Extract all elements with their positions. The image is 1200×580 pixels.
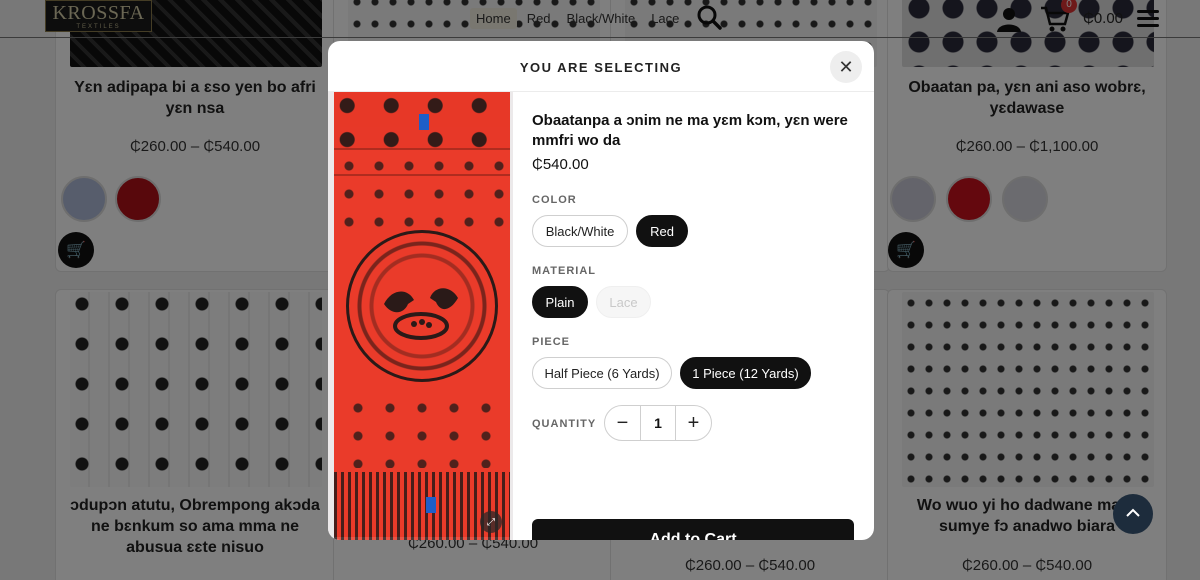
- chevron-up-icon: [1126, 505, 1140, 523]
- quantity-stepper: − 1 +: [604, 405, 712, 441]
- close-button[interactable]: ✕: [830, 51, 862, 83]
- modal-header: YOU ARE SELECTING ✕: [328, 41, 874, 92]
- color-option-red[interactable]: Red: [636, 215, 688, 247]
- fabric-photo: [334, 92, 510, 540]
- modal-title: YOU ARE SELECTING: [519, 60, 683, 75]
- quantity-increase-button[interactable]: +: [676, 406, 711, 440]
- expand-icon[interactable]: ⤢: [480, 511, 502, 533]
- product-price: ₵540.00: [532, 156, 589, 173]
- quantity-value[interactable]: 1: [640, 406, 676, 440]
- piece-option-half[interactable]: Half Piece (6 Yards): [532, 357, 672, 389]
- material-option-plain[interactable]: Plain: [532, 286, 588, 318]
- product-image[interactable]: ⤢: [328, 92, 513, 540]
- material-label: MATERIAL: [532, 265, 597, 277]
- add-to-cart-button[interactable]: Add to Cart: [532, 519, 854, 540]
- product-options-modal: YOU ARE SELECTING ✕ ⤢ Obaatanpa a ɔnim n…: [328, 41, 874, 540]
- piece-option-full[interactable]: 1 Piece (12 Yards): [680, 357, 811, 389]
- color-label: COLOR: [532, 194, 577, 206]
- close-icon: ✕: [838, 56, 854, 77]
- scroll-to-top-button[interactable]: [1113, 494, 1153, 534]
- piece-label: PIECE: [532, 336, 571, 348]
- quantity-label: QUANTITY: [532, 418, 597, 430]
- material-option-lace: Lace: [596, 286, 651, 318]
- quantity-decrease-button[interactable]: −: [605, 406, 640, 440]
- color-option-black-white[interactable]: Black/White: [532, 215, 628, 247]
- product-name: Obaatanpa a ɔnim ne ma yɛm kɔm, yɛn were…: [532, 112, 848, 149]
